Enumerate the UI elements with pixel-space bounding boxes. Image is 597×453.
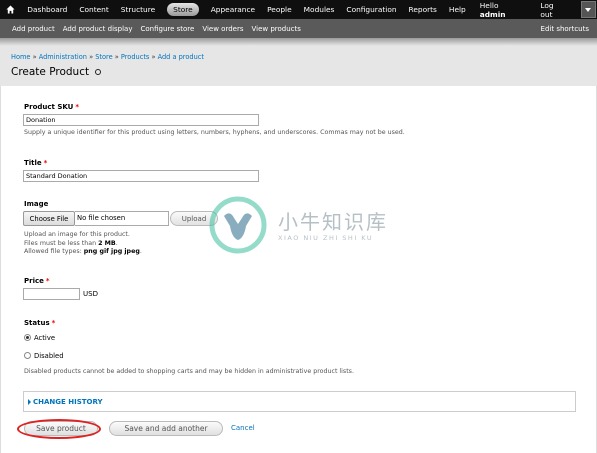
choose-file-button[interactable]: Choose File bbox=[23, 211, 75, 226]
greeting-prefix: Hello bbox=[479, 0, 499, 10]
price-label-text: Price bbox=[24, 277, 44, 285]
shortcut-view-products[interactable]: View products bbox=[248, 25, 305, 33]
title-label-text: Title bbox=[24, 159, 42, 167]
breadcrumb-separator: » bbox=[30, 53, 39, 61]
shortcuts-bar: Add product Add product display Configur… bbox=[0, 19, 597, 38]
toolbar-shadow bbox=[0, 38, 597, 46]
watermark-title: 小牛知识库 bbox=[278, 210, 388, 234]
status-description: Disabled products cannot be added to sho… bbox=[24, 368, 354, 375]
change-history-toggle[interactable]: CHANGE HISTORY bbox=[33, 398, 103, 406]
toolbar-item-label: Dashboard bbox=[27, 5, 68, 14]
watermark-logo-icon bbox=[209, 196, 267, 254]
toolbar-item-help[interactable]: Help bbox=[443, 0, 472, 19]
watermark-subtitle: XIAO NIU ZHI SHI KU bbox=[278, 234, 374, 242]
title-label: Title * bbox=[24, 159, 47, 167]
shortcut-configure-store[interactable]: Configure store bbox=[136, 25, 198, 33]
max-size-value: 2 MB bbox=[98, 239, 116, 247]
price-label: Price * bbox=[24, 277, 50, 285]
toolbar-item-label: Reports bbox=[408, 5, 437, 14]
toolbar-item-label: Structure bbox=[120, 5, 156, 14]
price-input[interactable] bbox=[23, 288, 80, 300]
breadcrumb-separator: » bbox=[149, 53, 158, 61]
toolbar-item-dashboard[interactable]: Dashboard bbox=[21, 0, 73, 19]
desc-text: Files must be less than bbox=[24, 239, 99, 247]
page-title-text: Create Product bbox=[11, 66, 90, 78]
admin-toolbar: Dashboard Content Structure Store Appear… bbox=[0, 0, 597, 19]
required-marker: * bbox=[45, 277, 50, 285]
breadcrumb-administration[interactable]: Administration bbox=[39, 53, 87, 61]
toolbar-item-label: Modules bbox=[303, 5, 335, 14]
file-chosen-text: No file chosen bbox=[77, 214, 126, 222]
shortcuts-toggle-button[interactable] bbox=[580, 1, 596, 18]
breadcrumb-separator: » bbox=[86, 53, 96, 61]
status-label: Status * bbox=[24, 319, 55, 327]
breadcrumb-store[interactable]: Store bbox=[95, 53, 112, 61]
breadcrumb: Home » Administration » Store » Products… bbox=[11, 53, 204, 61]
breadcrumb-home[interactable]: Home bbox=[11, 53, 30, 61]
cancel-link[interactable]: Cancel bbox=[231, 424, 255, 432]
toolbar-item-modules[interactable]: Modules bbox=[298, 0, 341, 19]
save-button-highlight bbox=[17, 419, 101, 439]
allowed-types-value: png gif jpg jpeg bbox=[83, 248, 140, 255]
toolbar-item-label: People bbox=[267, 5, 292, 14]
caret-right-icon bbox=[28, 399, 31, 405]
add-shortcut-icon[interactable] bbox=[95, 69, 102, 75]
image-desc-line2: Files must be less than 2 MB. bbox=[24, 240, 142, 249]
page-title: Create Product bbox=[11, 66, 102, 78]
status-disabled-radio[interactable] bbox=[24, 352, 31, 359]
image-label: Image bbox=[24, 200, 49, 208]
sku-label: Product SKU * bbox=[24, 103, 79, 111]
status-disabled-label[interactable]: Disabled bbox=[34, 352, 64, 360]
username-link[interactable]: admin bbox=[480, 10, 506, 19]
toolbar-item-label: Appearance bbox=[210, 5, 256, 14]
toolbar-item-label: Content bbox=[79, 5, 109, 14]
save-and-add-another-button[interactable]: Save and add another bbox=[109, 421, 223, 436]
title-input[interactable] bbox=[23, 170, 259, 182]
shortcut-view-orders[interactable]: View orders bbox=[198, 25, 247, 33]
status-active-label[interactable]: Active bbox=[34, 334, 55, 342]
desc-text: . bbox=[139, 248, 142, 255]
toolbar-item-structure[interactable]: Structure bbox=[115, 0, 161, 19]
image-desc-line3: Allowed file types: png gif jpg jpeg. bbox=[24, 248, 142, 257]
logout-link[interactable]: Log out bbox=[532, 1, 580, 19]
status-active-radio[interactable] bbox=[24, 334, 31, 341]
chevron-down-icon bbox=[585, 7, 592, 12]
sku-description: Supply a unique identifier for this prod… bbox=[24, 129, 405, 136]
breadcrumb-add-product[interactable]: Add a product bbox=[158, 53, 204, 61]
status-label-text: Status bbox=[24, 319, 50, 327]
toolbar-item-content[interactable]: Content bbox=[73, 0, 114, 19]
watermark: 小牛知识库 XIAO NIU ZHI SHI KU bbox=[208, 196, 394, 254]
sku-label-text: Product SKU bbox=[24, 103, 74, 111]
required-marker: * bbox=[43, 159, 48, 167]
breadcrumb-separator: » bbox=[112, 53, 121, 61]
required-marker: * bbox=[75, 103, 80, 111]
image-desc-line1: Upload an image for this product. bbox=[24, 231, 130, 238]
edit-shortcuts-link[interactable]: Edit shortcuts bbox=[541, 25, 597, 33]
desc-text: . bbox=[115, 239, 118, 247]
currency-code: USD bbox=[83, 290, 98, 298]
image-description: Upload an image for this product. Files … bbox=[24, 231, 142, 257]
toolbar-item-configuration[interactable]: Configuration bbox=[340, 0, 402, 19]
breadcrumb-products[interactable]: Products bbox=[121, 53, 149, 61]
shortcut-add-product-display[interactable]: Add product display bbox=[59, 25, 137, 33]
toolbar-item-appearance[interactable]: Appearance bbox=[205, 0, 261, 19]
shortcut-add-product[interactable]: Add product bbox=[0, 25, 59, 33]
toolbar-item-reports[interactable]: Reports bbox=[403, 0, 443, 19]
toolbar-item-people[interactable]: People bbox=[261, 0, 298, 19]
toolbar-item-label: Store bbox=[167, 3, 199, 16]
change-history-fieldset[interactable]: CHANGE HISTORY bbox=[23, 391, 576, 412]
sku-input[interactable] bbox=[23, 114, 259, 126]
user-greeting: Hello admin bbox=[472, 1, 533, 19]
toolbar-item-label: Help bbox=[448, 5, 466, 14]
toolbar-item-label: Configuration bbox=[346, 5, 397, 14]
toolbar-item-store[interactable]: Store bbox=[161, 0, 205, 19]
required-marker: * bbox=[51, 319, 56, 327]
home-icon[interactable] bbox=[0, 0, 21, 19]
desc-text: Allowed file types: bbox=[24, 248, 84, 255]
